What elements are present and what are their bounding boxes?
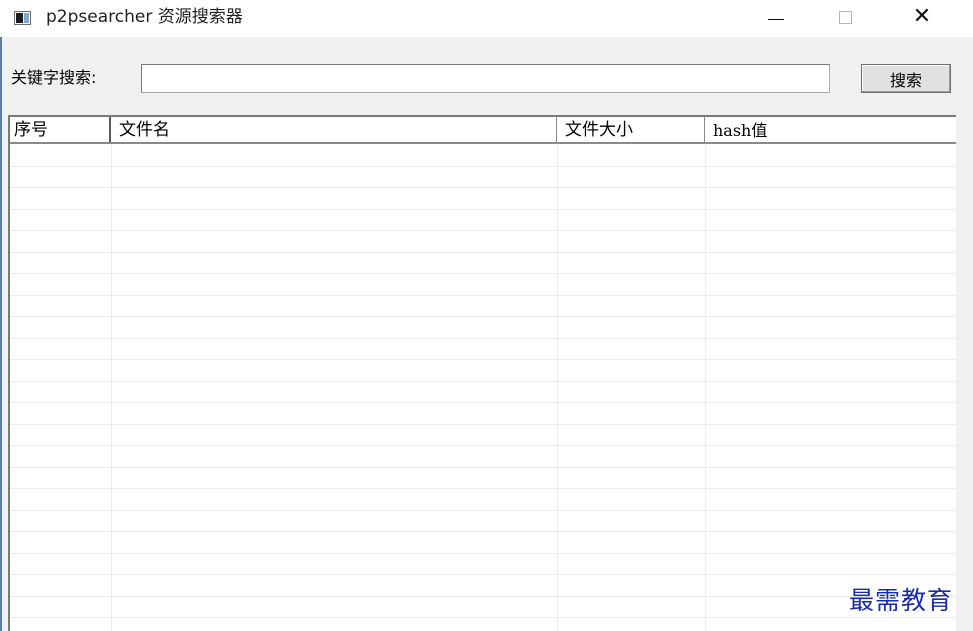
table-header: 序号 文件名 文件大小 hash值	[10, 117, 956, 144]
grid-row-line	[10, 553, 956, 554]
grid-row-line	[10, 273, 956, 274]
results-table[interactable]: 序号 文件名 文件大小 hash值	[8, 115, 956, 631]
keyword-search-label: 关键字搜索:	[11, 68, 97, 87]
close-icon: ✕	[912, 4, 932, 29]
grid-row-line	[10, 445, 956, 446]
grid-row-line	[10, 230, 956, 231]
grid-row-line	[10, 381, 956, 382]
grid-row-line	[10, 467, 956, 468]
grid-row-line	[10, 187, 956, 188]
search-button[interactable]: 搜索	[861, 64, 951, 93]
column-header-index[interactable]: 序号	[10, 117, 111, 142]
grid-row-line	[10, 316, 956, 317]
grid-row-line	[10, 402, 956, 403]
grid-row-line	[10, 424, 956, 425]
grid-column-line	[557, 144, 558, 631]
app-window-icon	[14, 11, 31, 25]
column-header-hash[interactable]: hash值	[705, 117, 956, 142]
grid-row-line	[10, 209, 956, 210]
column-header-filesize[interactable]: 文件大小	[557, 117, 705, 142]
grid-row-line	[10, 488, 956, 489]
maximize-button[interactable]	[815, 0, 875, 34]
minimize-button[interactable]	[746, 0, 806, 34]
grid-column-line	[705, 144, 706, 631]
grid-row-line	[10, 574, 956, 575]
grid-row-line	[10, 252, 956, 253]
table-body[interactable]	[10, 144, 956, 631]
watermark-logo: 最需教育	[849, 586, 954, 615]
grid-row-line	[10, 510, 956, 511]
column-header-filename[interactable]: 文件名	[111, 117, 557, 142]
minimize-icon	[768, 18, 784, 20]
grid-row-line	[10, 338, 956, 339]
grid-row-line	[10, 531, 956, 532]
maximize-icon	[838, 10, 852, 24]
window-title: p2psearcher 资源搜索器	[46, 7, 243, 27]
grid-column-line	[111, 144, 112, 631]
app-window: p2psearcher 资源搜索器 ✕ 关键字搜索: 搜索 序号 文件名 文件大…	[0, 0, 973, 631]
grid-row-line	[10, 359, 956, 360]
grid-row-line	[10, 617, 956, 618]
grid-row-line	[10, 596, 956, 597]
title-bar[interactable]: p2psearcher 资源搜索器 ✕	[0, 0, 973, 37]
grid-row-line	[10, 166, 956, 167]
grid-row-line	[10, 295, 956, 296]
close-button[interactable]: ✕	[892, 0, 952, 34]
keyword-search-input[interactable]	[141, 64, 830, 93]
window-left-border	[0, 37, 2, 631]
